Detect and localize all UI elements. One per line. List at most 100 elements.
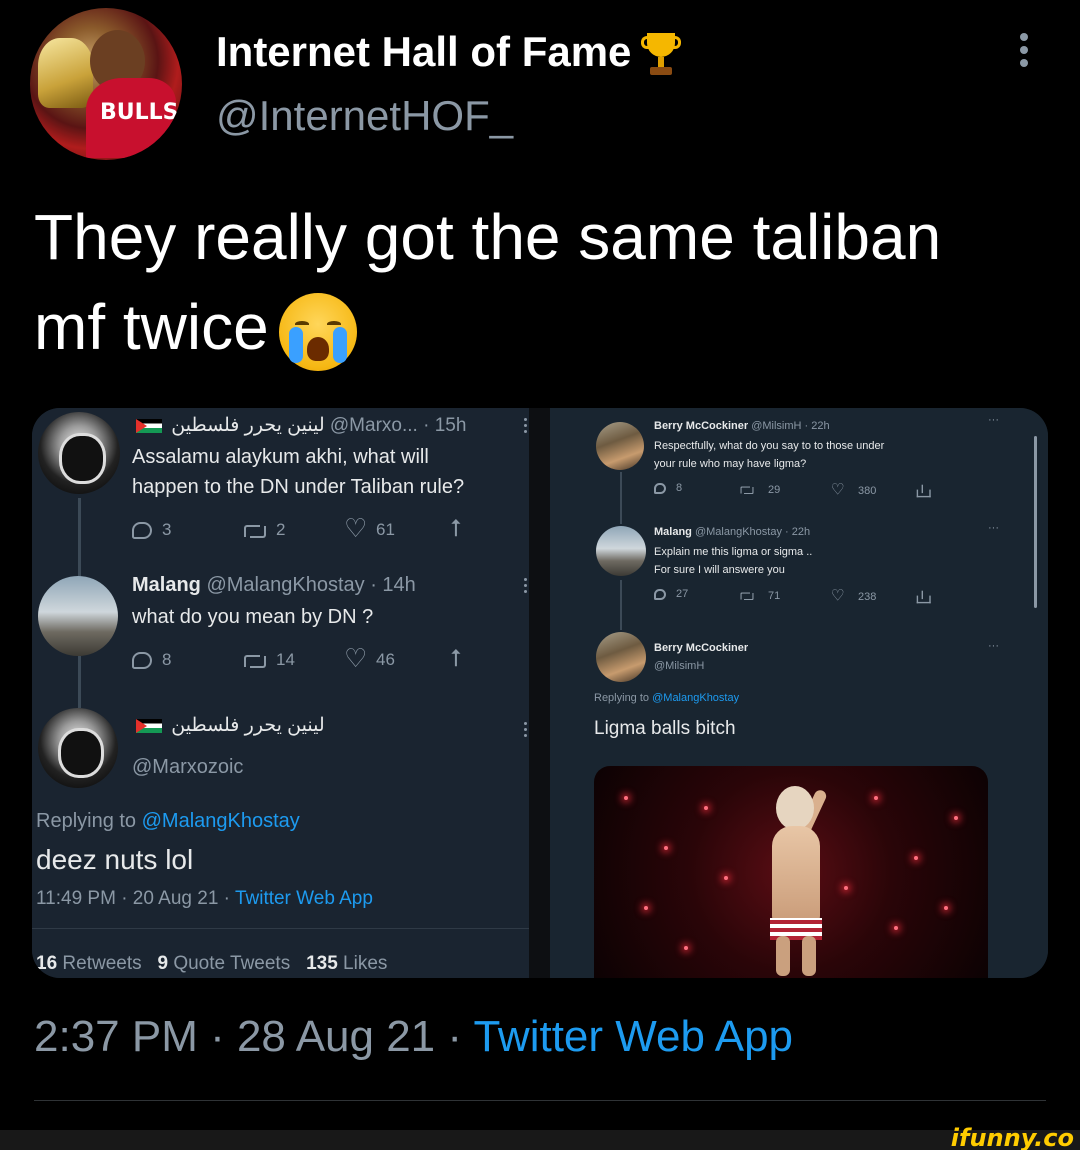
- like-button[interactable]: 380: [828, 481, 877, 500]
- reply-button[interactable]: 8: [654, 482, 682, 494]
- retweet-button[interactable]: 29: [736, 482, 780, 498]
- author-name[interactable]: لينين يحرر فلسطين: [171, 715, 324, 736]
- thread-line: [78, 656, 81, 708]
- gif-media[interactable]: [594, 766, 988, 978]
- tweet-text-line-2: mf twice: [34, 291, 269, 363]
- retweet-button[interactable]: 71: [736, 588, 780, 604]
- watermark-logo: ifunny.co: [950, 1124, 1074, 1150]
- share-icon: [916, 590, 931, 604]
- author-name[interactable]: Malang: [654, 526, 692, 538]
- author-name[interactable]: Berry McCockiner: [654, 642, 748, 654]
- left-screenshot: لينين يحرر فلسطين @Marxo... · 15h Assala…: [32, 408, 529, 978]
- author-name[interactable]: لينين يحرر فلسطين: [171, 415, 324, 436]
- heart-icon: [831, 481, 845, 499]
- like-button[interactable]: 238: [828, 587, 877, 606]
- tweet-meta: 11:49 PM · 20 Aug 21 · Twitter Web App: [36, 888, 373, 910]
- replying-to-link[interactable]: @MalangKhostay: [142, 810, 300, 832]
- palestine-flag-icon: [136, 418, 162, 433]
- retweet-button[interactable]: 2: [244, 520, 285, 540]
- tweet-body: Respectfully, what do you say to to thos…: [654, 440, 885, 452]
- author-handle[interactable]: @MilsimH: [654, 660, 704, 672]
- share-icon: [916, 484, 931, 498]
- retweets-label[interactable]: Retweets: [62, 953, 141, 974]
- more-options-icon[interactable]: [524, 418, 528, 436]
- trophy-icon: [641, 32, 682, 77]
- share-button[interactable]: [450, 514, 484, 542]
- divider: [32, 928, 529, 929]
- avatar[interactable]: [38, 412, 120, 494]
- display-name-text[interactable]: Internet Hall of Fame: [216, 28, 631, 75]
- retweet-button[interactable]: 14: [244, 650, 295, 670]
- retweet-count: 14: [276, 650, 295, 669]
- tweet-text: They really got the same taliban mf twic…: [34, 192, 1054, 372]
- retweets-count[interactable]: 16: [36, 953, 57, 974]
- avatar[interactable]: BULLS: [30, 8, 182, 160]
- author-name[interactable]: Malang: [132, 574, 201, 596]
- reply-count: 27: [676, 588, 689, 600]
- avatar[interactable]: [596, 632, 646, 682]
- author-handle-time[interactable]: @MalangKhostay · 14h: [206, 574, 415, 596]
- crying-face-icon: [278, 293, 357, 372]
- tweet-timestamp[interactable]: 2:37 PM · 28 Aug 21 ·: [34, 1012, 473, 1061]
- more-options-icon[interactable]: [1014, 30, 1034, 74]
- share-button[interactable]: [914, 588, 942, 606]
- replying-to-link[interactable]: @MalangKhostay: [652, 692, 739, 704]
- like-count: 46: [376, 650, 395, 669]
- quotes-count[interactable]: 9: [157, 953, 168, 974]
- more-options-icon[interactable]: [524, 578, 528, 596]
- engagement-stats: 16 Retweets 9 Quote Tweets 135 Likes: [36, 953, 387, 975]
- tweet-author-line: Malang @MalangKhostay · 22h: [654, 526, 810, 538]
- replying-to: Replying to @MalangKhostay: [594, 692, 739, 704]
- reply-button[interactable]: 8: [132, 650, 171, 670]
- author-handle-time[interactable]: @MilsimH · 22h: [751, 420, 829, 432]
- like-count: 61: [376, 520, 395, 539]
- user-handle[interactable]: @InternetHOF_: [216, 92, 513, 140]
- author-handle-time[interactable]: @Marxo... · 15h: [330, 415, 467, 436]
- more-options-icon[interactable]: ···: [988, 414, 999, 426]
- likes-label[interactable]: Likes: [343, 953, 387, 974]
- reply-icon: [654, 588, 666, 600]
- quotes-label[interactable]: Quote Tweets: [173, 953, 290, 974]
- more-options-icon[interactable]: ···: [988, 640, 999, 652]
- thread-line: [620, 580, 622, 630]
- avatar[interactable]: [596, 422, 644, 470]
- more-options-icon[interactable]: ···: [988, 522, 999, 534]
- tweet-body: For sure I will answere you: [654, 564, 785, 576]
- tweet-author-line: Berry McCockiner @MilsimH · 22h: [654, 420, 830, 432]
- replying-prefix: Replying to: [594, 692, 650, 704]
- avatar[interactable]: [38, 708, 118, 788]
- tweet-body: your rule who may have ligma?: [654, 458, 807, 470]
- tweet-meta: 2:37 PM · 28 Aug 21 · Twitter Web App: [34, 1012, 793, 1062]
- tweet-body: happen to the DN under Taliban rule?: [132, 476, 465, 498]
- tweet-timestamp[interactable]: 11:49 PM · 20 Aug 21 ·: [36, 888, 235, 909]
- likes-count[interactable]: 135: [306, 953, 338, 974]
- author-name[interactable]: Berry McCockiner: [654, 420, 748, 432]
- retweet-count: 2: [276, 520, 286, 539]
- replying-to: Replying to @MalangKhostay: [36, 810, 300, 833]
- like-button[interactable]: 46: [344, 644, 395, 674]
- like-button[interactable]: 61: [344, 514, 395, 544]
- display-name[interactable]: Internet Hall of Fame: [216, 28, 682, 77]
- more-options-icon[interactable]: [524, 722, 528, 740]
- author-handle-time[interactable]: @MalangKhostay · 22h: [695, 526, 810, 538]
- avatar[interactable]: [596, 526, 646, 576]
- tweet-body: what do you mean by DN ?: [132, 606, 374, 628]
- scrollbar[interactable]: [1034, 436, 1037, 608]
- reply-button[interactable]: 3: [132, 520, 171, 540]
- source-app-link[interactable]: Twitter Web App: [235, 888, 373, 909]
- author-handle[interactable]: @Marxozoic: [132, 756, 243, 779]
- reply-count: 8: [162, 650, 172, 669]
- reply-button[interactable]: 27: [654, 588, 688, 600]
- tweet-body: Ligma balls bitch: [594, 718, 736, 739]
- tweet-author-line: لينين يحرر فلسطين @Marxo... · 15h: [132, 414, 466, 437]
- heart-icon: [344, 514, 367, 544]
- attached-image[interactable]: لينين يحرر فلسطين @Marxo... · 15h Assala…: [32, 408, 1048, 978]
- tweet-author-line: لينين يحرر فلسطين: [132, 714, 325, 737]
- share-button[interactable]: [914, 482, 942, 500]
- retweet-icon: [244, 523, 266, 539]
- thread-line: [620, 472, 622, 524]
- source-app-link[interactable]: Twitter Web App: [473, 1012, 793, 1061]
- heart-icon: [831, 587, 845, 605]
- share-button[interactable]: [450, 644, 484, 672]
- avatar[interactable]: [38, 576, 118, 656]
